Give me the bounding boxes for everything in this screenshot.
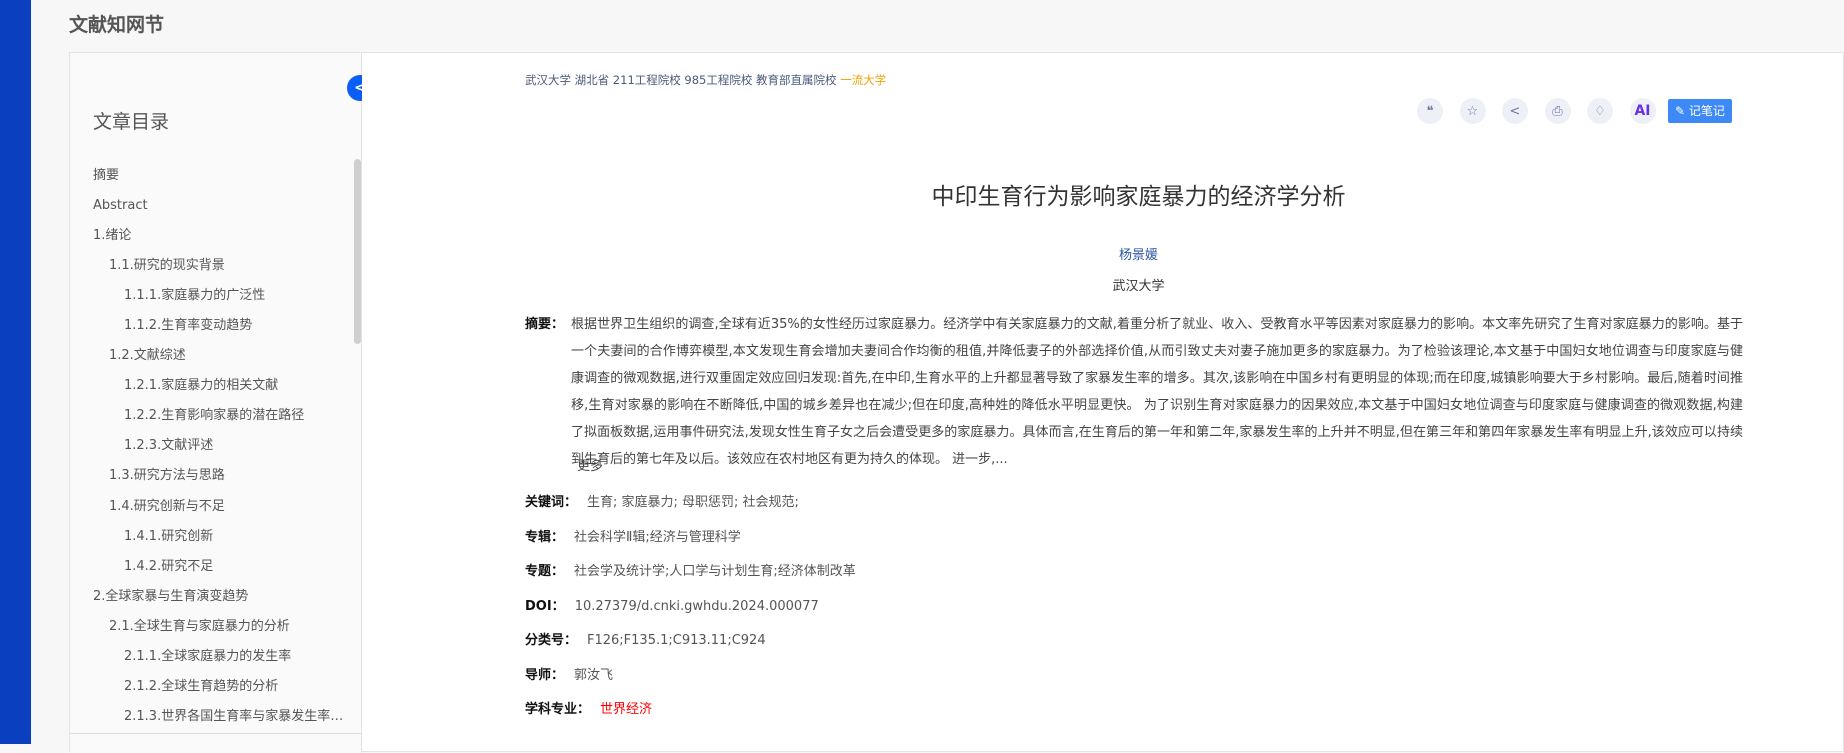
left-color-strip (0, 0, 31, 744)
toc-item[interactable]: 1.4.研究创新与不足 (70, 492, 355, 522)
toc-scrollbar[interactable] (354, 159, 361, 344)
metadata-row: DOI： 10.27379/d.cnki.gwhdu.2024.000077 (525, 597, 856, 632)
metadata-key: 专题： (525, 564, 565, 579)
star-icon[interactable]: ☆ (1459, 98, 1486, 124)
metadata-key: DOI： (525, 598, 565, 614)
share-icon[interactable]: < (1502, 98, 1528, 124)
article-main: 武汉大学 湖北省 211工程院校 985工程院校 教育部直属院校 一流大学 ❝ … (363, 53, 1843, 753)
pencil-icon: ✎ (1675, 104, 1686, 118)
toc-item[interactable]: 1.绪论 (70, 221, 355, 251)
take-note-button[interactable]: ✎ 记笔记 (1668, 99, 1732, 123)
quote-icon[interactable]: ❝ (1417, 98, 1443, 124)
toc-item[interactable]: 1.1.研究的现实背景 (70, 251, 355, 281)
metadata-value[interactable]: 社会学及统计学;人口学与计划生育;经济体制改革 (574, 564, 856, 579)
metadata-value[interactable]: F126;F135.1;C913.11;C924 (587, 633, 766, 648)
app-title: 文献知网节 (69, 14, 165, 36)
toc-item[interactable]: 摘要 (70, 161, 355, 191)
metadata-key: 关键词： (525, 495, 578, 510)
metadata-key: 学科专业： (525, 702, 591, 717)
bell-icon[interactable]: ♢ (1587, 98, 1613, 124)
institution-tags: 武汉大学 湖北省 211工程院校 985工程院校 教育部直属院校 一流大学 (525, 72, 886, 88)
toc-item[interactable]: 1.4.2.研究不足 (70, 552, 355, 582)
affiliation-link[interactable]: 武汉大学 (363, 275, 1844, 294)
metadata-key: 专辑： (525, 529, 565, 545)
paper-title: 中印生育行为影响家庭暴力的经济学分析 (931, 184, 1346, 210)
author-link[interactable]: 杨景媛 (363, 244, 1844, 263)
toc-item[interactable]: 1.3.研究方法与思路 (70, 461, 355, 491)
toc-item[interactable]: 1.2.文献综述 (70, 341, 355, 371)
first-class-tag: 一流大学 (840, 73, 887, 87)
toolbar: ❝ ☆ < ⎙ ♢ AI ✎ 记笔记 (1417, 98, 1732, 124)
metadata-row: 专题： 社会学及统计学;人口学与计划生育;经济体制改革 (525, 562, 856, 597)
metadata-key: 导师： (525, 667, 565, 683)
metadata-row: 学科专业： 世界经济 (525, 700, 856, 735)
abstract-label: 摘要： (525, 317, 565, 332)
metadata-value[interactable]: 世界经济 (600, 702, 652, 717)
divider (70, 733, 362, 734)
more-link[interactable]: 更多 (577, 455, 603, 474)
toc-item[interactable]: 1.2.2.生育影响家暴的潜在路径 (70, 401, 355, 431)
toc-sidebar: 文章目录 摘要 Abstract 1.绪论 1.1.研究的现实背景 1.1.1.家庭暴力… (70, 53, 362, 753)
metadata-row: 分类号： F126;F135.1;C913.11;C924 (525, 631, 856, 666)
toc-item[interactable]: 2.全球家暴与生育演变趋势 (70, 582, 355, 612)
print-icon[interactable]: ⎙ (1544, 98, 1571, 124)
metadata-value[interactable]: 社会科学Ⅱ辑;经济与管理科学 (574, 530, 741, 545)
toc-item[interactable]: 1.1.1.家庭暴力的广泛性 (70, 281, 355, 311)
metadata-key: 分类号： (525, 633, 578, 648)
metadata-value[interactable]: 生育; 家庭暴力; 母职惩罚; 社会规范; (587, 495, 799, 510)
institution-text[interactable]: 武汉大学 湖北省 211工程院校 985工程院校 教育部直属院校 (525, 73, 840, 87)
abstract: 摘要： 根据世界卫生组织的调查,全球有近35%的女性经历过家庭暴力。经济学中有关… (525, 311, 1743, 473)
toc-list: 摘要 Abstract 1.绪论 1.1.研究的现实背景 1.1.1.家庭暴力的广泛性 1… (70, 161, 355, 732)
metadata-row: 专辑： 社会科学Ⅱ辑;经济与管理科学 (525, 528, 856, 563)
toc-item[interactable]: 1.4.1.研究创新 (70, 522, 355, 552)
toc-item[interactable]: 1.2.3.文献评述 (70, 431, 355, 461)
metadata-list: 关键词： 生育; 家庭暴力; 母职惩罚; 社会规范; 专辑： 社会科学Ⅱ辑;经济与管理… (525, 493, 856, 735)
abstract-text: 根据世界卫生组织的调查,全球有近35%的女性经历过家庭暴力。经济学中有关家庭暴力… (571, 317, 1743, 467)
metadata-row: 导师： 郭汝飞 (525, 666, 856, 701)
note-label: 记笔记 (1688, 104, 1725, 118)
toc-item[interactable]: Abstract (70, 191, 355, 221)
toc-item[interactable]: 2.1.3.世界各国生育率与家暴发生率的关系 (70, 702, 355, 732)
metadata-value[interactable]: 10.27379/d.cnki.gwhdu.2024.000077 (575, 599, 819, 614)
toc-item[interactable]: 2.1.全球生育与家庭暴力的分析 (70, 612, 355, 642)
toc-title: 文章目录 (93, 111, 170, 133)
toc-item[interactable]: 1.1.2.生育率变动趋势 (70, 311, 355, 341)
content-panel: 文章目录 摘要 Abstract 1.绪论 1.1.研究的现实背景 1.1.1.家庭暴力… (69, 52, 1844, 753)
toc-item[interactable]: 1.2.1.家庭暴力的相关文献 (70, 371, 355, 401)
toc-item[interactable]: 2.1.2.全球生育趋势的分析 (70, 672, 355, 702)
metadata-value[interactable]: 郭汝飞 (574, 668, 613, 683)
toc-item[interactable]: 2.1.1.全球家庭暴力的发生率 (70, 642, 355, 672)
metadata-row: 关键词： 生育; 家庭暴力; 母职惩罚; 社会规范; (525, 493, 856, 528)
ai-button[interactable]: AI (1629, 98, 1656, 124)
